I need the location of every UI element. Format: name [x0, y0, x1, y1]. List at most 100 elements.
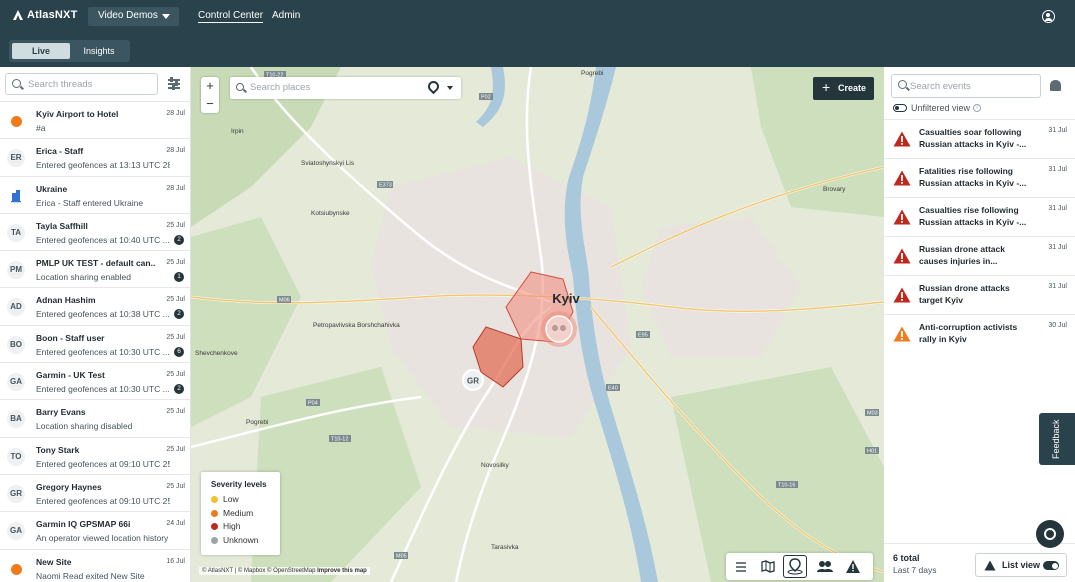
thread-date: 25 Jul: [166, 371, 185, 379]
unfiltered-view-toggle[interactable]: [893, 104, 907, 112]
thread-item[interactable]: TO Tony Stark Entered geofences at 09:10 U…: [0, 436, 190, 474]
layers-settings-icon[interactable]: [729, 555, 753, 578]
event-date: 31 Jul: [1048, 205, 1067, 212]
svg-text:Sviatoshynskyi Lis: Sviatoshynskyi Lis: [301, 160, 355, 167]
zoom-out-button[interactable]: −: [201, 95, 219, 113]
thread-item[interactable]: AD Adnan Hashim Entered geofences at 10:38…: [0, 287, 190, 324]
map-view[interactable]: GR Kyiv Brovary Irpin Sviatoshynskyi Lis…: [191, 67, 884, 582]
event-item[interactable]: Anti-corruption activists rally in Kyiv 3…: [884, 314, 1075, 353]
location-pin-icon[interactable]: [425, 78, 442, 95]
thread-item[interactable]: PM PMLP UK TEST - default can... Location …: [0, 250, 190, 287]
top-navigation-bar: AtlasNXT Video Demos Control Center Admi…: [0, 0, 1075, 34]
thread-date: 25 Jul: [166, 408, 185, 416]
atlasnxt-logo[interactable]: AtlasNXT: [12, 9, 78, 21]
thread-name: Barry Evans: [36, 407, 86, 418]
events-layer-icon[interactable]: [841, 555, 865, 578]
list-view-switch[interactable]: [1043, 561, 1059, 570]
thread-item[interactable]: ER Erica - Staff Entered geofences at 13:1…: [0, 138, 190, 175]
thread-item[interactable]: BA Barry Evans Location sharing disabled 25…: [0, 399, 190, 436]
create-button[interactable]: Create: [813, 77, 874, 100]
event-item[interactable]: Fatalities rise following Russian attack…: [884, 158, 1075, 197]
event-date: 31 Jul: [1048, 283, 1067, 290]
event-item[interactable]: Russian drone attacks target Kyiv 31 Jul: [884, 275, 1075, 314]
chevron-down-icon[interactable]: [447, 86, 453, 90]
alert-settings-icon[interactable]: [1050, 80, 1061, 91]
thread-date: 25 Jul: [166, 333, 185, 341]
thread-search-placeholder: Search threads: [28, 79, 93, 90]
svg-text:Irpin: Irpin: [231, 128, 244, 135]
info-icon[interactable]: i: [973, 104, 981, 112]
event-search-placeholder: Search events: [910, 81, 971, 92]
svg-text:Pogrebi: Pogrebi: [581, 70, 603, 77]
thread-preview: Entered geofences at 10:40 UTC ...: [36, 234, 170, 245]
event-item[interactable]: Casualties soar following Russian attack…: [884, 119, 1075, 158]
nav-control-center[interactable]: Control Center: [198, 10, 264, 23]
thread-name: Garmin IQ GPSMAP 66i: [36, 519, 131, 530]
event-search-input[interactable]: Search events: [891, 74, 1041, 98]
thread-name: Garmin - UK Test: [36, 370, 105, 381]
thread-item[interactable]: BO Boon - Staff user Entered geofences at …: [0, 324, 190, 362]
thread-search-input[interactable]: Search threads: [5, 73, 158, 95]
thread-item[interactable]: TA Tayla Saffhill Entered geofences at 10:…: [0, 212, 190, 250]
app-name: AtlasNXT: [27, 9, 78, 21]
unread-badge: 2: [174, 234, 184, 245]
svg-text:Novosilky: Novosilky: [481, 462, 510, 469]
thread-item[interactable]: GA Garmin - UK Test Entered geofences at 1…: [0, 362, 190, 399]
zoom-in-button[interactable]: +: [201, 77, 219, 95]
thread-date: 28 Jul: [166, 110, 185, 117]
logo-icon: [13, 10, 23, 20]
feedback-tab[interactable]: Feedback: [1039, 413, 1075, 465]
svg-text:E40: E40: [608, 386, 618, 392]
event-title: Russian drone attack causes injuries in.…: [919, 244, 1005, 266]
warning-icon: [893, 131, 911, 147]
geofences-layer-icon[interactable]: [783, 555, 807, 578]
thread-preview: Entered geofences at 09:10 UTC 25 ...: [36, 495, 170, 506]
thread-item[interactable]: Kyiv Airport to Hotel #a 28 Jul: [0, 101, 190, 138]
unread-badge: 1: [174, 272, 184, 283]
user-account-icon[interactable]: [1042, 10, 1055, 23]
search-icon: [898, 80, 907, 89]
thread-item[interactable]: GA Garmin IQ GPSMAP 66i An operator viewed…: [0, 511, 190, 548]
svg-text:Petropavlivska Borshchahivka: Petropavlivska Borshchahivka: [313, 322, 400, 329]
people-layer-icon[interactable]: [813, 555, 837, 578]
warning-icon: [893, 170, 911, 186]
svg-text:T10-16: T10-16: [778, 483, 795, 489]
thread-preview: Location sharing enabled: [36, 272, 131, 283]
event-date: 30 Jul: [1048, 322, 1067, 329]
event-item[interactable]: Russian drone attack causes injuries in.…: [884, 236, 1075, 275]
map-canvas[interactable]: GR Kyiv Brovary Irpin Sviatoshynskyi Lis…: [191, 67, 884, 582]
list-view-toggle[interactable]: List view: [975, 553, 1067, 577]
thread-item[interactable]: Ukraine Erica - Staff entered Ukraine 28 J…: [0, 175, 190, 213]
city-label: Kyiv: [552, 291, 580, 306]
map-style-icon[interactable]: [756, 555, 780, 578]
thread-name: PMLP UK TEST - default can...: [36, 258, 156, 269]
event-item[interactable]: Casualties rise following Russian attack…: [884, 197, 1075, 236]
place-search-input[interactable]: Search places: [230, 77, 461, 99]
thread-name: Gregory Haynes: [36, 481, 102, 492]
thread-item[interactable]: New Site Naomi Read exited New Site 16 Jul: [0, 548, 190, 582]
event-date-range[interactable]: Last 7 days: [893, 565, 936, 575]
filter-icon[interactable]: [168, 77, 180, 90]
event-title: Fatalities rise following Russian attack…: [919, 166, 1027, 188]
tab-insights[interactable]: Insights: [70, 43, 128, 59]
event-date: 31 Jul: [1048, 166, 1067, 173]
tab-live[interactable]: Live: [12, 43, 70, 59]
thread-date: 24 Jul: [166, 520, 185, 528]
thread-name: New Site: [36, 556, 72, 567]
thread-preview: Erica - Staff entered Ukraine: [36, 197, 144, 208]
svg-text:Shevchenkove: Shevchenkove: [195, 350, 238, 357]
help-icon[interactable]: [1036, 520, 1064, 548]
workspace-selector[interactable]: Video Demos: [88, 7, 179, 26]
nav-admin[interactable]: Admin: [272, 10, 300, 21]
svg-text:P02: P02: [481, 95, 491, 101]
status-dot-icon: [7, 559, 25, 578]
thread-name: Erica - Staff: [36, 146, 84, 157]
event-date: 31 Jul: [1048, 127, 1067, 134]
thread-name: Adnan Hashim: [36, 295, 96, 306]
svg-text:M05: M05: [396, 554, 407, 560]
thread-item[interactable]: GR Gregory Haynes Entered geofences at 09:…: [0, 473, 190, 511]
warning-icon: [893, 209, 911, 225]
workspace-name: Video Demos: [98, 10, 158, 21]
improve-map-link[interactable]: Improve this map: [317, 568, 367, 574]
thread-date: 25 Jul: [166, 259, 185, 267]
